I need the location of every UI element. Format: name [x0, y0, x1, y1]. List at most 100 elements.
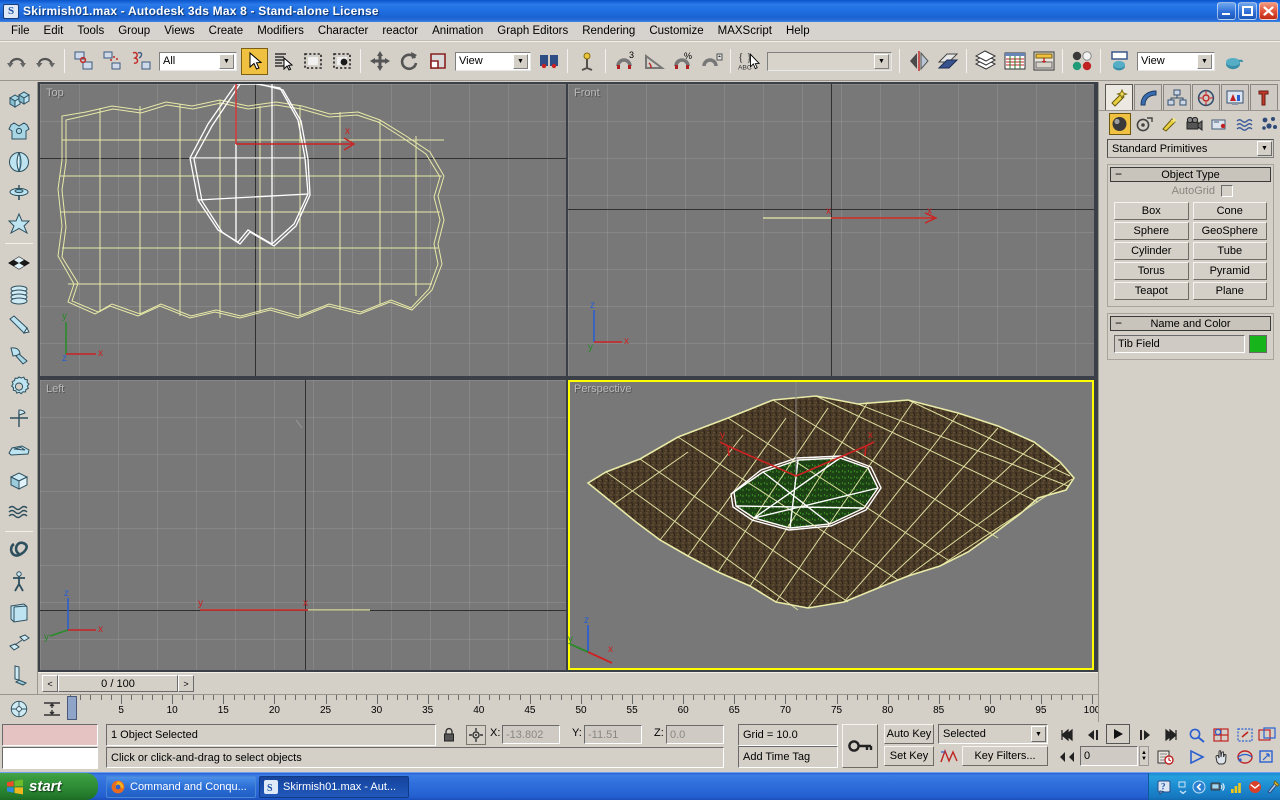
menu-item-create[interactable]: Create	[202, 23, 251, 39]
select-and-move-icon[interactable]	[366, 48, 393, 75]
geometry-icon[interactable]	[1109, 113, 1131, 135]
overflow-chevron-icon[interactable]	[1178, 780, 1188, 795]
subcategory-dropdown[interactable]: Standard Primitives ▼	[1107, 139, 1274, 158]
zoom-extents-icon[interactable]	[1234, 724, 1256, 745]
unlink-selection-icon[interactable]	[99, 48, 126, 75]
biped-figure-icon[interactable]	[3, 566, 35, 597]
layer-manager-icon[interactable]	[972, 48, 999, 75]
angle-snap-toggle-icon[interactable]	[640, 48, 667, 75]
go-to-end-button[interactable]	[1160, 724, 1182, 745]
object-name-input[interactable]: Tib Field	[1114, 335, 1245, 353]
network-connection-icon[interactable]	[1210, 780, 1226, 794]
create-plane-button[interactable]: Plane	[1193, 282, 1268, 300]
help-balloon-icon[interactable]: ?	[1157, 780, 1172, 795]
chisel-icon[interactable]	[3, 309, 35, 340]
torus-knot-icon[interactable]	[3, 535, 35, 566]
cameras-icon[interactable]	[1184, 113, 1206, 135]
menu-item-character[interactable]: Character	[311, 23, 376, 39]
create-teapot-button[interactable]: Teapot	[1114, 282, 1189, 300]
menu-item-rendering[interactable]: Rendering	[575, 23, 642, 39]
key-mode-toggle-icon[interactable]	[842, 724, 878, 768]
viewport-top[interactable]: x y x z Top	[40, 84, 566, 376]
beachball-icon[interactable]	[3, 146, 35, 177]
checker-plane-icon[interactable]	[3, 247, 35, 278]
frame-ruler[interactable]: 0510152025303540455055606570758085909510…	[66, 695, 1098, 722]
minimize-button[interactable]	[1217, 2, 1236, 20]
viewport-perspective[interactable]: y x z x y Perspective	[568, 380, 1094, 670]
show-hidden-icons-icon[interactable]	[1192, 780, 1206, 794]
menu-item-reactor[interactable]: reactor	[375, 23, 425, 39]
use-pivot-point-center-icon[interactable]	[535, 48, 562, 75]
weathervane-icon[interactable]	[3, 403, 35, 434]
create-tube-button[interactable]: Tube	[1193, 242, 1268, 260]
key-filters-button[interactable]: Key Filters...	[962, 746, 1048, 766]
align-icon[interactable]	[934, 48, 961, 75]
rectangular-selection-region-icon[interactable]	[299, 48, 326, 75]
object-type-rollout-header[interactable]: − Object Type	[1110, 167, 1271, 182]
menu-item-edit[interactable]: Edit	[37, 23, 71, 39]
autogrid-checkbox[interactable]	[1221, 185, 1233, 197]
render-type-dropdown[interactable]: View ▼	[1137, 52, 1215, 71]
close-button[interactable]	[1259, 2, 1278, 20]
zoom-icon[interactable]	[1186, 724, 1208, 745]
create-sphere-button[interactable]: Sphere	[1114, 222, 1189, 240]
tools-icon[interactable]	[1266, 780, 1280, 794]
schematic-view-icon[interactable]	[1030, 48, 1057, 75]
named-selection-sets-dropdown[interactable]: ▼	[767, 52, 892, 71]
boxes-icon[interactable]	[3, 84, 35, 115]
curve-editor-icon[interactable]	[1001, 48, 1028, 75]
zoom-all-icon[interactable]	[1210, 724, 1232, 745]
name-and-color-rollout-header[interactable]: − Name and Color	[1110, 316, 1271, 331]
play-animation-button[interactable]	[1106, 724, 1130, 744]
x-coordinate-field[interactable]: -13.802	[502, 725, 560, 744]
previous-frame-button[interactable]	[1082, 724, 1104, 745]
menu-item-tools[interactable]: Tools	[70, 23, 111, 39]
reference-coordinate-system-dropdown[interactable]: View ▼	[455, 52, 531, 71]
object-color-swatch[interactable]	[1249, 335, 1267, 353]
gear-icon[interactable]	[3, 372, 35, 403]
viewport-front[interactable]: x x z x y Front	[568, 84, 1094, 376]
maximize-button[interactable]	[1238, 2, 1257, 20]
modify-tab-icon[interactable]	[1134, 84, 1162, 110]
taskbar-item-3dsmax[interactable]: S Skirmish01.max - Aut...	[259, 776, 409, 798]
redo-icon[interactable]	[32, 48, 59, 75]
select-and-manipulate-icon[interactable]	[573, 48, 600, 75]
open-mini-curve-editor-button[interactable]	[38, 695, 66, 722]
wall-panel-icon[interactable]	[3, 597, 35, 628]
key-mode-icon[interactable]	[1056, 746, 1078, 767]
add-time-tag-button[interactable]: Add Time Tag	[738, 746, 838, 768]
menu-item-maxscript[interactable]: MAXScript	[711, 23, 779, 39]
scatter-icon[interactable]	[3, 628, 35, 659]
shirt-icon[interactable]	[3, 115, 35, 146]
time-slider-next-button[interactable]: >	[178, 675, 194, 692]
lights-icon[interactable]	[1159, 113, 1181, 135]
utilities-tab-icon[interactable]	[1250, 84, 1278, 110]
car-icon[interactable]	[3, 434, 35, 465]
create-cone-button[interactable]: Cone	[1193, 202, 1268, 220]
selection-lock-toggle-icon[interactable]	[440, 726, 458, 744]
systems-icon[interactable]	[1258, 113, 1280, 135]
time-slider-handle[interactable]	[67, 696, 77, 720]
go-to-start-button[interactable]	[1056, 724, 1078, 745]
time-slider-prev-button[interactable]: <	[42, 675, 58, 692]
signal-bars-icon[interactable]	[1230, 780, 1244, 794]
set-key-button[interactable]: Set Key	[884, 746, 934, 766]
ribbon-icon[interactable]	[3, 660, 35, 691]
create-geosphere-button[interactable]: GeoSphere	[1193, 222, 1268, 240]
undo-icon[interactable]	[3, 48, 30, 75]
arc-rotate-icon[interactable]	[8, 698, 30, 719]
zoom-extents-all-icon[interactable]	[1256, 724, 1278, 745]
create-torus-button[interactable]: Torus	[1114, 262, 1189, 280]
absolute-relative-transform-icon[interactable]	[466, 725, 486, 745]
bind-space-warp-icon[interactable]	[128, 48, 155, 75]
time-configuration-icon[interactable]	[1154, 746, 1176, 767]
menu-item-customize[interactable]: Customize	[642, 23, 710, 39]
arc-rotate-icon[interactable]	[1234, 746, 1256, 767]
shapes-icon[interactable]	[1134, 113, 1156, 135]
select-and-link-icon[interactable]	[70, 48, 97, 75]
menu-item-views[interactable]: Views	[157, 23, 201, 39]
field-of-view-icon[interactable]	[1186, 746, 1208, 767]
key-selection-dropdown[interactable]: Selected ▼	[938, 724, 1048, 744]
default-in-out-tangents-icon[interactable]	[938, 746, 960, 766]
create-box-button[interactable]: Box	[1114, 202, 1189, 220]
